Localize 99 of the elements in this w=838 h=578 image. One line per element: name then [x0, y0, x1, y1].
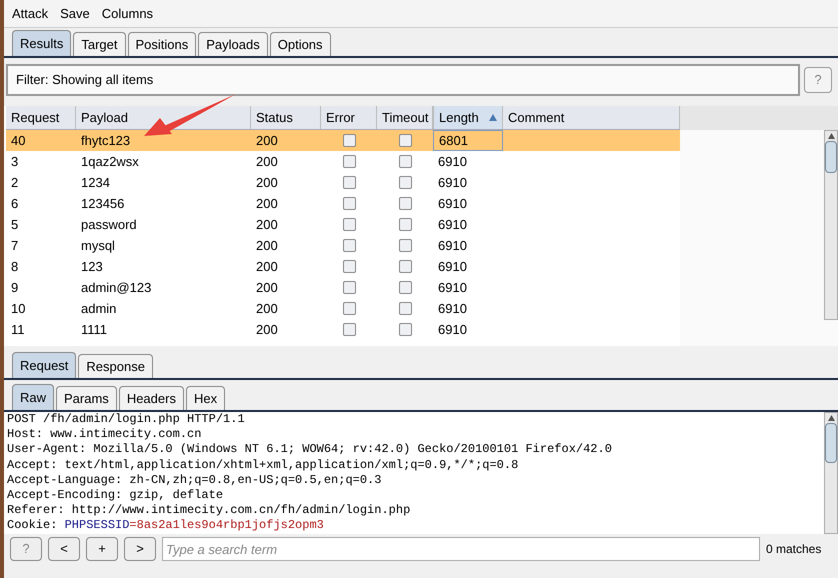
- table-cell-text: 200: [255, 216, 279, 234]
- table-cell-text: 200: [255, 258, 279, 276]
- tab[interactable]: Results: [12, 30, 72, 56]
- table-cell-text: admin: [80, 300, 118, 318]
- table-cell-text: 6910: [437, 174, 468, 192]
- table-cell-text: 6910: [437, 152, 468, 171]
- search-field[interactable]: Type a search term: [162, 537, 760, 561]
- checkbox[interactable]: [398, 281, 412, 294]
- match-count: 0 matches: [766, 541, 822, 558]
- table-cell-text: 200: [255, 194, 279, 213]
- table-cell-text: 3: [10, 152, 20, 171]
- table-cell-text: 11: [10, 320, 26, 339]
- column-label: Length: [439, 108, 479, 127]
- table-cell-text: 123456: [80, 194, 126, 213]
- table-cell-text: 200: [255, 236, 279, 255]
- checkbox[interactable]: [398, 323, 412, 336]
- table-cell-text: password: [80, 216, 138, 234]
- tab[interactable]: Headers: [118, 386, 184, 410]
- table-cell-text: 6910: [437, 320, 468, 339]
- checkbox[interactable]: [398, 155, 412, 168]
- table-cell-text: 6910: [437, 300, 468, 318]
- table-cell-text: 123: [80, 258, 104, 276]
- tab[interactable]: Target: [73, 32, 126, 56]
- checkbox[interactable]: [398, 218, 412, 231]
- table-row[interactable]: 40 fhytc123 200 6801: [6, 130, 680, 151]
- column-header[interactable]: Length: [433, 106, 503, 129]
- column-label: Request: [11, 108, 60, 127]
- table-cell-text: mysql: [80, 236, 116, 255]
- scroll-thumb[interactable]: [825, 423, 837, 463]
- checkbox[interactable]: [342, 134, 356, 147]
- scroll-up-icon[interactable]: [828, 415, 834, 421]
- table-cell-text: 6910: [437, 236, 468, 255]
- table-cell-text: 1qaz2wsx: [80, 152, 140, 171]
- checkbox[interactable]: [342, 302, 356, 315]
- checkbox[interactable]: [342, 176, 356, 189]
- column-header[interactable]: Error: [321, 106, 377, 129]
- menu-item[interactable]: Save: [60, 4, 90, 24]
- tab[interactable]: Options: [270, 32, 331, 56]
- column-label: Comment: [508, 108, 564, 127]
- tab[interactable]: Raw: [12, 384, 54, 410]
- table-cell-text: 200: [255, 132, 279, 150]
- table-cell-text: admin@123: [80, 278, 152, 297]
- table-cell-text: 6910: [437, 278, 468, 297]
- table-cell-text: 7: [10, 236, 20, 255]
- table-cell-text: 200: [255, 278, 279, 297]
- menu-item[interactable]: Attack: [12, 4, 48, 24]
- next-button[interactable]: >: [124, 537, 156, 561]
- table-cell-text: 9: [10, 278, 20, 297]
- table-cell-text: 6910: [437, 258, 468, 276]
- checkbox[interactable]: [342, 197, 356, 210]
- previous-button[interactable]: <: [48, 537, 80, 561]
- menu-item[interactable]: Columns: [102, 4, 154, 24]
- scrollbar[interactable]: [824, 130, 838, 320]
- column-header[interactable]: Status: [251, 106, 321, 129]
- checkbox[interactable]: [342, 239, 356, 252]
- checkbox[interactable]: [398, 134, 412, 147]
- checkbox[interactable]: [342, 218, 356, 231]
- checkbox[interactable]: [342, 323, 356, 336]
- checkbox[interactable]: [342, 260, 356, 273]
- table-cell-text: 1234: [80, 174, 111, 192]
- scroll-thumb[interactable]: [825, 141, 837, 173]
- table-cell-text: 10: [10, 300, 26, 318]
- table-cell-text: 40: [10, 132, 26, 150]
- scrollbar[interactable]: [824, 412, 838, 534]
- tab[interactable]: Params: [56, 386, 117, 410]
- table-cell-text: 1111: [80, 320, 108, 339]
- table-cell-text: 6910: [437, 216, 468, 234]
- checkbox[interactable]: [342, 155, 356, 168]
- checkbox[interactable]: [342, 281, 356, 294]
- tab[interactable]: Response: [78, 354, 153, 378]
- tab[interactable]: Positions: [128, 32, 196, 56]
- tab[interactable]: Payloads: [198, 32, 268, 56]
- filter-text: Filter: Showing all items: [16, 71, 154, 90]
- table-cell-text: 200: [255, 174, 279, 192]
- table-cell-text: 6910: [437, 194, 468, 213]
- table-cell-text: 6: [10, 194, 20, 213]
- column-header[interactable]: Request: [6, 106, 76, 129]
- column-label: Status: [256, 108, 293, 127]
- add-button[interactable]: +: [86, 537, 118, 561]
- table-cell-text: 8: [10, 258, 20, 276]
- scroll-up-icon[interactable]: [828, 133, 834, 139]
- tab[interactable]: Request: [12, 352, 76, 378]
- checkbox[interactable]: [398, 197, 412, 210]
- checkbox[interactable]: [398, 302, 412, 315]
- column-label: Timeout: [382, 108, 428, 127]
- table-cell-text: 200: [255, 152, 279, 171]
- table-cell-text: 200: [255, 320, 279, 339]
- column-label: Payload: [81, 108, 128, 127]
- table-cell: 6801: [433, 130, 503, 151]
- column-label: Error: [326, 108, 355, 127]
- filter-bar[interactable]: Filter: Showing all items: [6, 64, 800, 96]
- table-cell-text: 200: [255, 300, 279, 318]
- checkbox[interactable]: [398, 260, 412, 273]
- table-cell-text: 2: [10, 174, 20, 192]
- checkbox[interactable]: [398, 239, 412, 252]
- table-cell-text: fhytc123: [80, 132, 132, 150]
- checkbox[interactable]: [398, 176, 412, 189]
- table-cell-text: 5: [10, 216, 20, 234]
- tab[interactable]: Hex: [186, 386, 226, 410]
